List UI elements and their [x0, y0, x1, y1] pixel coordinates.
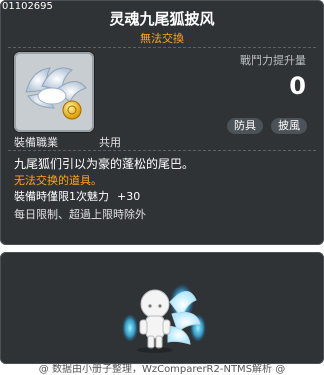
power-increase-label: 戰鬥力提升量: [240, 54, 306, 67]
character-avatar-preview: [122, 284, 206, 353]
job-value: 共用: [99, 136, 121, 149]
power-increase-value: 0: [289, 72, 306, 100]
trade-status: 無法交換: [140, 32, 184, 45]
untradeable-note: 无法交换的道具。: [14, 174, 102, 187]
category-badge-armor: 防具: [227, 118, 263, 134]
divider: [8, 150, 316, 151]
category-badge-cape: 披風: [271, 118, 307, 134]
item-description: 九尾狐们引以为豪的蓬松的尾巴。: [14, 157, 195, 171]
item-name: 灵魂九尾狐披风: [109, 10, 215, 28]
item-tooltip: 01102695 灵魂九尾狐披风 無法交換 戰鬥力提升量 0 防具 披風 裝備職…: [0, 0, 324, 245]
character-preview-panel: [0, 252, 324, 364]
fox-tail-cape-icon: [25, 67, 87, 120]
charm-bonus-value: +30: [117, 190, 141, 203]
daily-limit-note: 每日限制、超過上限時除外: [14, 208, 146, 221]
item-icon-frame: [14, 52, 94, 132]
job-label: 裝備職業: [14, 136, 58, 149]
charm-bonus-label: 裝備時僅限1次魅力: [14, 190, 109, 203]
charm-bonus: 裝備時僅限1次魅力 +30: [14, 188, 140, 204]
divider: [8, 47, 316, 48]
